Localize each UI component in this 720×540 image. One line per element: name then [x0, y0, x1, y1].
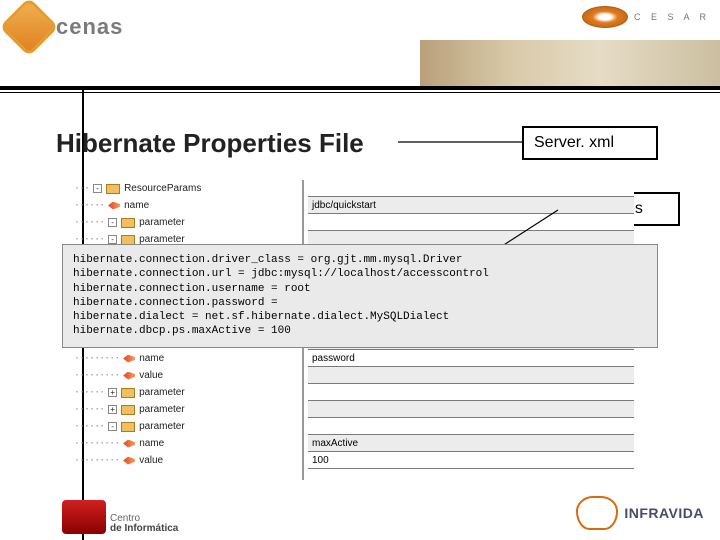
cesar-logo-text: C E S A R	[634, 12, 710, 22]
footer-logo-infravida: INFRAVIDA	[576, 496, 704, 530]
tree-row: ·········value	[74, 367, 300, 384]
cin-mark-icon	[62, 500, 106, 534]
tree-row: ·········name	[74, 435, 300, 452]
callout-server-xml: Server. xml	[522, 126, 658, 160]
tree-node-label: parameter	[139, 217, 185, 228]
slide-header: cenas C E S A R	[0, 0, 720, 78]
folder-icon	[106, 184, 120, 194]
leaf-icon	[123, 457, 135, 465]
header-rule-thick	[0, 86, 720, 90]
cenas-mark-icon	[0, 0, 59, 57]
tree-node-label: parameter	[139, 421, 185, 432]
value-cell: jdbc/quickstart	[308, 197, 634, 214]
code-text: hibernate.connection.driver_class = org.…	[73, 254, 489, 337]
value-cell	[308, 418, 634, 435]
slide-footer: Centro de Informática INFRAVIDA	[0, 478, 720, 534]
leaf-icon	[123, 440, 135, 448]
collapse-icon[interactable]: -	[108, 235, 117, 244]
header-rule-thin	[0, 92, 720, 93]
footer-left-line2: de Informática	[110, 524, 178, 534]
tree-row: ······name	[74, 197, 300, 214]
folder-icon	[121, 388, 135, 398]
tree-node-label: ResourceParams	[124, 183, 201, 194]
tree-row: ······+parameter	[74, 401, 300, 418]
tree-node-label: name	[139, 438, 164, 449]
footer-right-brand: INFRAVIDA	[624, 505, 704, 521]
tree-node-label: parameter	[139, 404, 185, 415]
expand-icon[interactable]: +	[108, 388, 117, 397]
tree-row: ·········value	[74, 452, 300, 469]
cenas-logo-text: cenas	[56, 14, 123, 40]
footer-logo-cin: Centro de Informática	[62, 500, 178, 534]
hibernate-properties-code: hibernate.connection.driver_class = org.…	[62, 244, 658, 348]
header-photo-strip	[420, 40, 720, 90]
tree-node-label: value	[139, 455, 163, 466]
value-cell	[308, 180, 634, 197]
logo-cesar: C E S A R	[582, 6, 710, 28]
value-cell: maxActive	[308, 435, 634, 452]
tree-row: ······-parameter	[74, 214, 300, 231]
logo-cenas: cenas	[8, 6, 123, 48]
value-cell	[308, 384, 634, 401]
leaf-icon	[123, 355, 135, 363]
leaf-icon	[108, 202, 120, 210]
collapse-icon[interactable]: -	[93, 184, 102, 193]
tree-row: ···-ResourceParams	[74, 180, 300, 197]
tree-node-label: name	[124, 200, 149, 211]
cesar-mark-icon	[582, 6, 628, 28]
folder-icon	[121, 218, 135, 228]
tree-node-label: name	[139, 353, 164, 364]
collapse-icon[interactable]: -	[108, 422, 117, 431]
callout-server-xml-label: Server. xml	[534, 134, 614, 151]
value-cell	[308, 214, 634, 231]
expand-icon[interactable]: +	[108, 405, 117, 414]
folder-icon	[121, 422, 135, 432]
folder-icon	[121, 235, 135, 245]
tree-row: ······-parameter	[74, 418, 300, 435]
leaf-icon	[123, 372, 135, 380]
tree-row: ·········name	[74, 350, 300, 367]
folder-icon	[121, 405, 135, 415]
infravida-heart-icon	[576, 496, 618, 530]
value-cell	[308, 367, 634, 384]
tree-node-label: value	[139, 370, 163, 381]
tree-row: ······+parameter	[74, 384, 300, 401]
value-cell: password	[308, 350, 634, 367]
tree-node-label: parameter	[139, 387, 185, 398]
value-cell: 100	[308, 452, 634, 469]
collapse-icon[interactable]: -	[108, 218, 117, 227]
value-cell	[308, 401, 634, 418]
